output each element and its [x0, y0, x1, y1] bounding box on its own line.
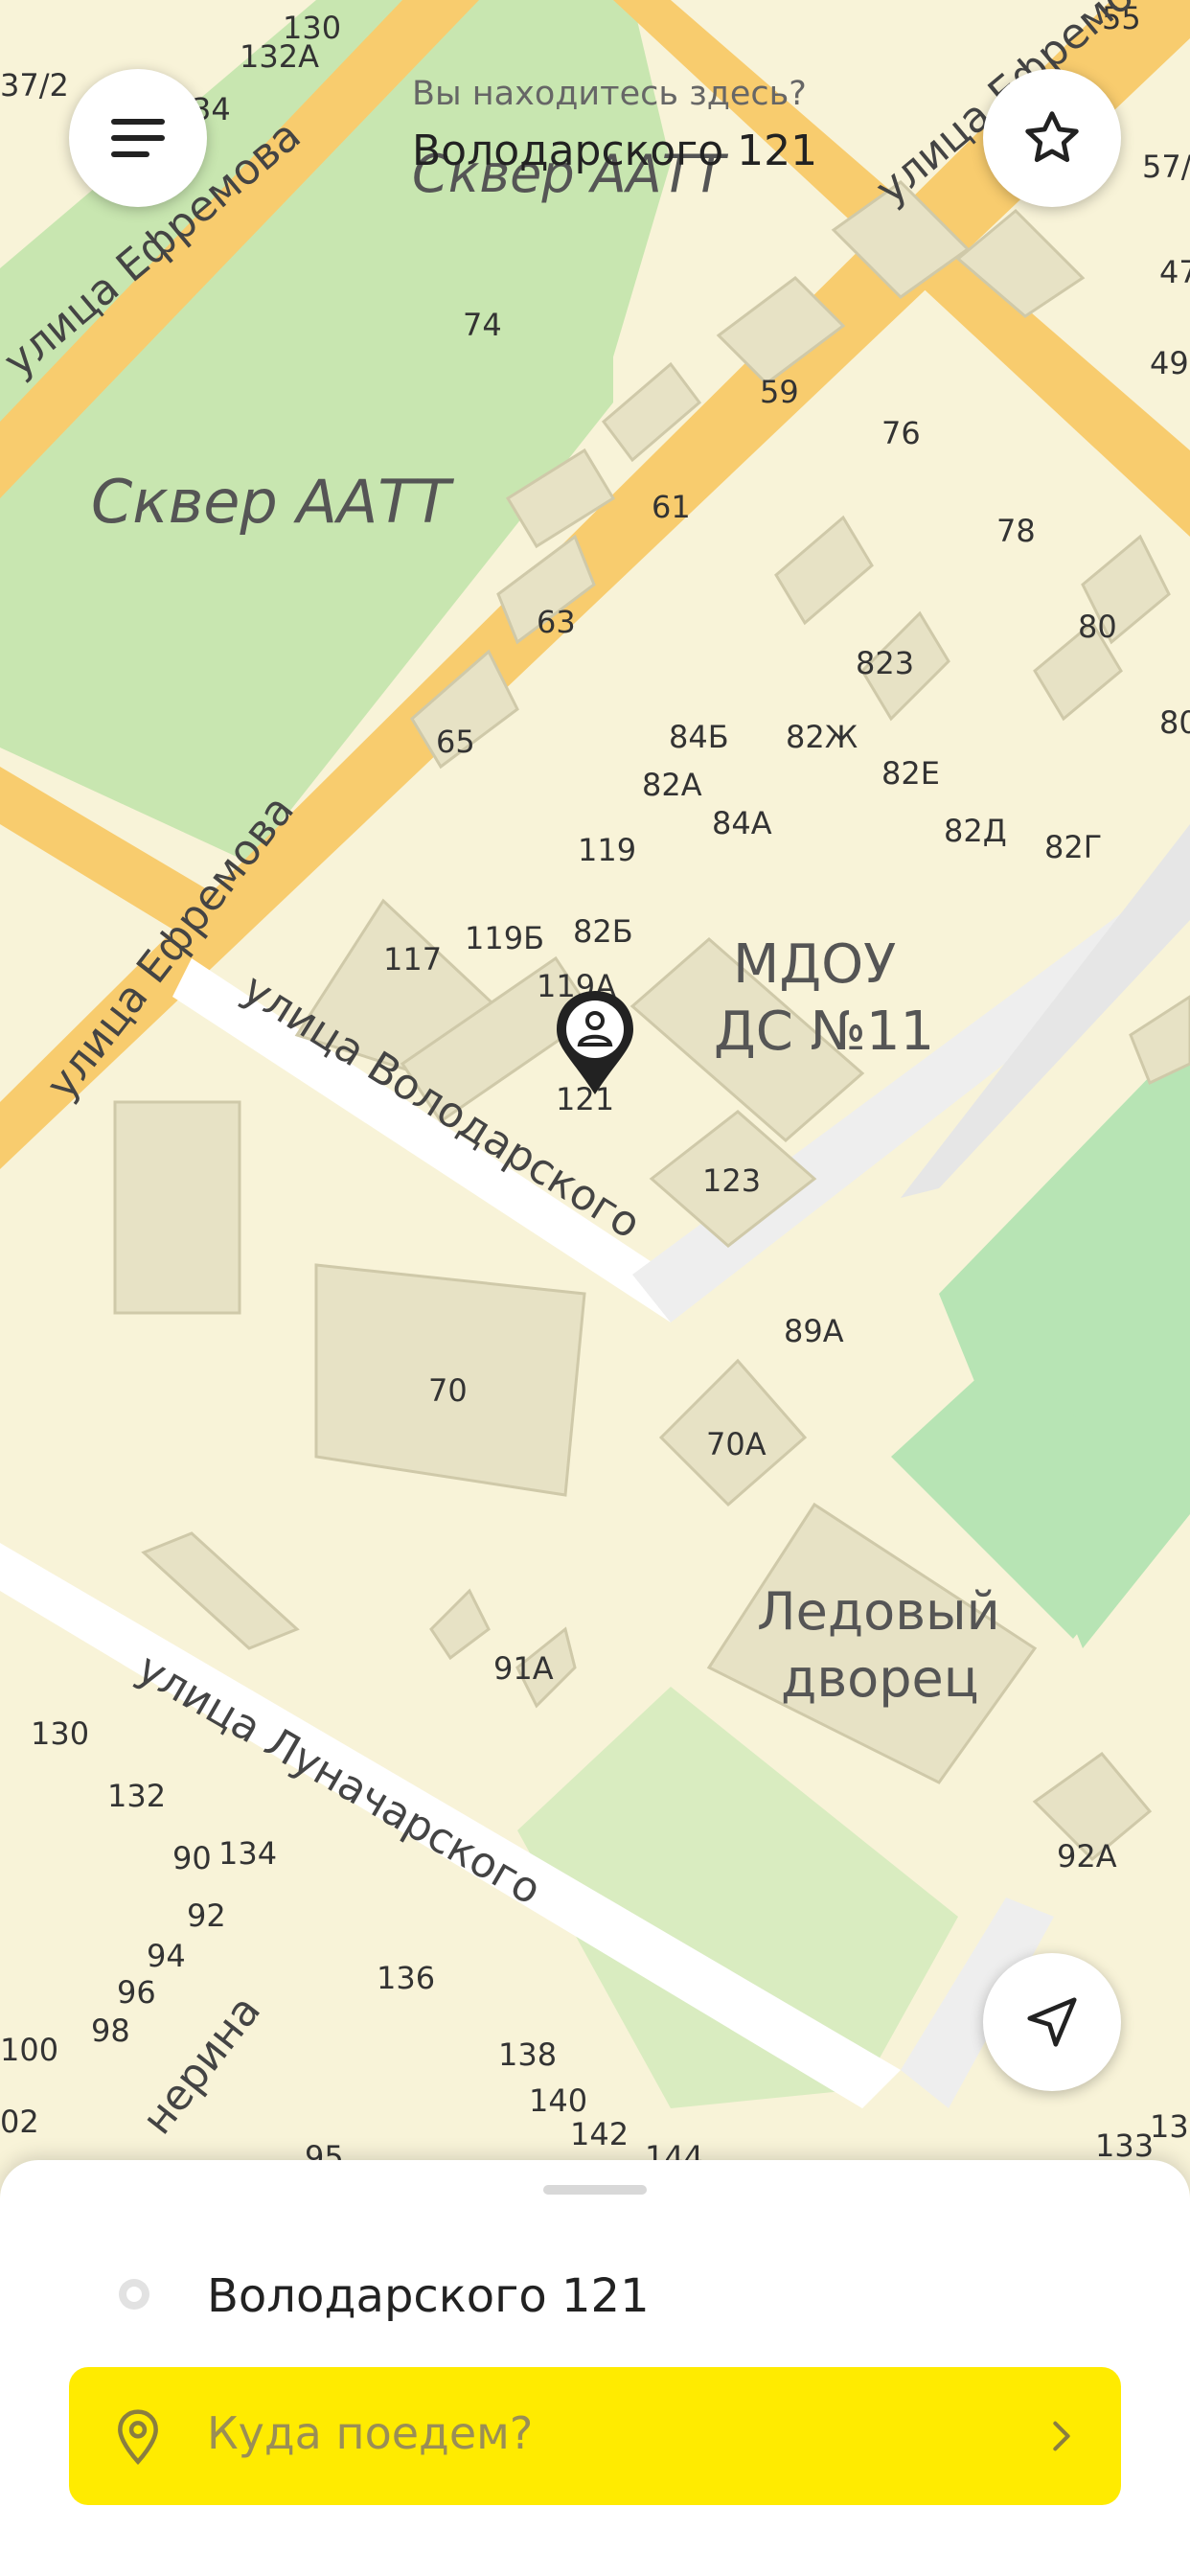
bldg-78: 78	[996, 513, 1036, 549]
place-ice-palace-1: Ледовый	[757, 1581, 1000, 1642]
location-address: Володарского 121	[412, 126, 818, 175]
sheet-drag-handle[interactable]	[543, 2185, 647, 2195]
origin-row[interactable]: Володарского 121	[0, 2237, 1190, 2352]
place-ds11: ДС №11	[714, 1000, 934, 1063]
favorites-button[interactable]	[983, 69, 1121, 207]
bldg-140: 140	[529, 2082, 587, 2119]
bldg-94: 94	[147, 1938, 186, 1974]
bldg-133: 133	[1095, 2128, 1154, 2164]
bldg-123: 123	[702, 1162, 761, 1199]
bldg-84b: 84Б	[669, 719, 729, 755]
bldg-92: 92	[187, 1898, 226, 1934]
star-icon	[1025, 111, 1079, 163]
bldg-138: 138	[498, 2036, 557, 2073]
place-skver-aatt: Сквер ААТТ	[91, 467, 454, 537]
bottom-sheet: Володарского 121 Куда поедем?	[0, 2160, 1190, 2576]
bldg-130b: 130	[31, 1715, 89, 1752]
bldg-57: 57/	[1142, 149, 1190, 185]
bldg-61: 61	[652, 489, 691, 525]
location-pin-icon	[118, 2409, 158, 2465]
bldg-82a: 82А	[642, 767, 702, 803]
bldg-70a: 70А	[706, 1426, 767, 1462]
bldg-132: 132	[107, 1778, 166, 1814]
bldg-82g: 82Г	[1044, 829, 1102, 865]
bldg-63: 63	[537, 604, 576, 640]
bldg-47: 47	[1159, 254, 1190, 290]
chevron-right-icon	[1053, 2421, 1070, 2451]
location-confirm[interactable]: Вы находитесь здесь? Володарского 121	[412, 75, 817, 175]
bldg-37-2: 37/2	[0, 67, 69, 104]
bldg-82e: 82Е	[881, 755, 940, 792]
bldg-76: 76	[881, 415, 921, 451]
bldg-59: 59	[760, 374, 799, 410]
bldg-119: 119	[578, 832, 636, 868]
place-ice-palace-2: дворец	[781, 1648, 978, 1709]
destination-button[interactable]: Куда поедем?	[69, 2367, 1121, 2505]
place-mdou: МДОУ	[733, 933, 896, 996]
origin-address: Володарского 121	[207, 2269, 650, 2323]
bldg-82d: 82Д	[944, 813, 1007, 849]
bldg-82b: 82Б	[573, 913, 633, 950]
bldg-92a: 92А	[1057, 1838, 1117, 1874]
navigation-arrow-icon	[1027, 1997, 1077, 2047]
bldg-91a: 91А	[493, 1650, 554, 1687]
location-question: Вы находитесь здесь?	[412, 75, 807, 113]
origin-dot-icon	[119, 2279, 149, 2310]
user-location-pin-icon[interactable]	[552, 987, 638, 1098]
bldg-49: 49	[1150, 345, 1189, 381]
bldg-117: 117	[383, 941, 442, 978]
bldg-136: 136	[377, 1960, 435, 1996]
bldg-80b: 80	[1159, 704, 1190, 741]
menu-icon	[111, 119, 165, 157]
bldg-80: 80	[1078, 609, 1117, 645]
bldg-02: 02	[0, 2104, 39, 2140]
menu-button[interactable]	[69, 69, 207, 207]
bldg-98: 98	[91, 2012, 130, 2049]
bldg-90: 90	[172, 1840, 212, 1876]
bldg-142: 142	[570, 2116, 629, 2152]
bldg-134: 134	[218, 1835, 277, 1872]
bldg-100: 100	[0, 2032, 58, 2068]
bldg-74: 74	[463, 307, 502, 343]
bldg-119b: 119Б	[465, 920, 544, 956]
bldg-823: 823	[856, 645, 914, 681]
bldg-70: 70	[428, 1372, 468, 1409]
destination-placeholder: Куда поедем?	[207, 2407, 534, 2459]
my-location-button[interactable]	[983, 1953, 1121, 2091]
bldg-82zh: 82Ж	[786, 719, 858, 755]
bldg-65: 65	[436, 724, 475, 760]
bldg-89a: 89А	[784, 1313, 844, 1349]
bldg-132a: 132А	[240, 38, 319, 75]
bldg-96: 96	[117, 1974, 156, 2011]
bldg-13: 13	[1150, 2108, 1189, 2145]
bldg-84a: 84А	[712, 805, 772, 841]
